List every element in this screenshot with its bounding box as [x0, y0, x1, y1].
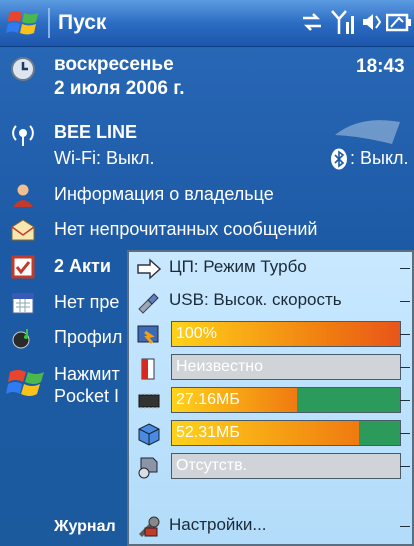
tasks-label: 2 Акти [54, 256, 111, 276]
storage-value: 52.31МБ [176, 424, 240, 441]
cpu-arrow-icon [137, 258, 162, 280]
start-button[interactable]: Пуск [58, 11, 106, 35]
memory-value: 27.16МБ [176, 391, 240, 408]
backup-battery-item[interactable]: Неизвестно [129, 351, 412, 384]
profile-label: Профил [54, 327, 123, 347]
usb-speed-item[interactable]: USB: Высок. скорость [129, 285, 412, 318]
messages-row[interactable]: Нет непрочитанных сообщений [0, 215, 414, 245]
operator-name: BEE LINE [54, 122, 138, 142]
backup-battery-value: Неизвестно [176, 358, 264, 375]
settings-tick [400, 526, 410, 527]
owner-icon [13, 184, 33, 207]
battery-tick [400, 334, 410, 335]
clock-icon [11, 57, 35, 81]
volume-icon[interactable] [360, 10, 384, 34]
help-line-1: Нажмит [54, 364, 120, 384]
messages-label: Нет непрочитанных сообщений [54, 219, 318, 239]
backup-battery-bar: Неизвестно [171, 354, 401, 380]
memory-item[interactable]: 27.16МБ [129, 384, 412, 417]
profile-phone-icon [12, 329, 30, 349]
battery-charge-icon [137, 325, 159, 344]
backup-battery-icon [141, 358, 155, 380]
memory-chip-icon [138, 393, 160, 409]
memory-bar: 27.16МБ [171, 387, 401, 413]
storage-cube-icon [138, 423, 160, 446]
bluetooth-icon [331, 148, 347, 170]
usb-plug-icon [138, 293, 159, 314]
memory-bar-free [297, 388, 400, 412]
battery-value: 100% [176, 325, 217, 342]
cpu-mode-item[interactable]: ЦП: Режим Турбо [129, 252, 412, 285]
storage-item[interactable]: 52.31МБ [129, 417, 412, 450]
settings-tools-icon [139, 516, 160, 537]
title-separator [48, 8, 50, 38]
calendar-label: Нет пре [54, 292, 120, 312]
clock-time[interactable]: 18:43 [356, 56, 405, 78]
battery-item[interactable]: 100% [129, 318, 412, 351]
storage-card-value: Отсутств. [176, 457, 248, 474]
battery-bar: 100% [171, 321, 401, 347]
tasks-checkbox-icon [11, 255, 35, 279]
memory-tick [400, 400, 410, 401]
sync-icon[interactable] [300, 10, 324, 34]
storage-tick [400, 433, 410, 434]
bluetooth-status: : Выкл. [350, 148, 409, 168]
cpu-mode-tick [400, 268, 410, 269]
owner-info-label: Информация о владельце [54, 184, 274, 204]
wireless-icon [12, 125, 34, 146]
storage-bar: 52.31МБ [171, 420, 401, 446]
journal-softkey[interactable]: Журнал [54, 518, 116, 536]
storage-card-bar: Отсутств. [171, 453, 401, 479]
storage-card-tick [400, 466, 410, 467]
settings-item[interactable]: Настройки... [129, 510, 412, 543]
help-line-2: Pocket I [54, 386, 120, 406]
battery-icon[interactable] [386, 13, 412, 33]
calendar-icon [12, 293, 34, 314]
status-popup-menu: ЦП: Режим Турбо USB: Высок. скорость 100… [127, 250, 414, 546]
day-name: воскресенье [54, 54, 174, 75]
network-row[interactable]: BEE LINE Wi-Fi: Выкл. : Выкл. [0, 118, 414, 176]
usb-speed-label: USB: Высок. скорость [169, 290, 342, 309]
usb-speed-tick [400, 301, 410, 302]
windows-flag-large-icon [6, 370, 44, 396]
date-row[interactable]: воскресенье 2 июля 2006 г. 18:43 [0, 50, 414, 112]
owner-info-row[interactable]: Информация о владельце [0, 180, 414, 210]
storage-bar-free [358, 421, 400, 445]
full-date: 2 июля 2006 г. [54, 78, 185, 99]
backup-battery-tick [400, 367, 410, 368]
wifi-status: Wi-Fi: Выкл. [54, 148, 155, 168]
storage-card-icon [138, 457, 158, 479]
windows-flag-icon[interactable] [6, 7, 42, 39]
cpu-mode-label: ЦП: Режим Турбо [169, 257, 307, 276]
storage-card-item[interactable]: Отсутств. [129, 450, 412, 483]
signal-icon[interactable] [330, 8, 356, 36]
settings-label: Настройки... [169, 515, 267, 534]
envelope-icon [11, 219, 35, 241]
